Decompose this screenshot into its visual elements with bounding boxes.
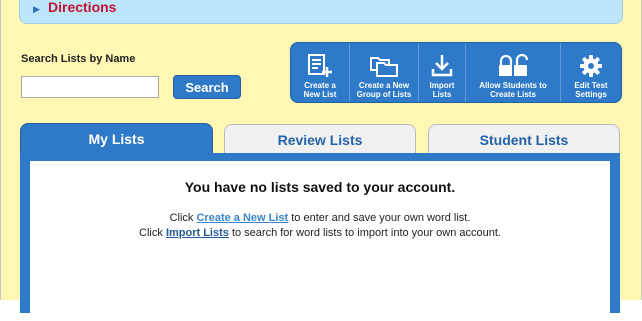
allow-students-button[interactable]: Allow Students to Create Lists (465, 43, 560, 102)
gear-icon (579, 48, 603, 78)
search-button[interactable]: Search (173, 75, 241, 99)
import-lists-button[interactable]: Import Lists (418, 43, 465, 102)
page-frame: ▶ Directions Search Lists by Name Search… (0, 0, 642, 321)
import-lists-link[interactable]: Import Lists (166, 227, 229, 239)
import-lists-label: Import Lists (429, 81, 455, 99)
create-new-list-button[interactable]: Create a New List (291, 43, 349, 102)
create-group-button[interactable]: Create a New Group of Lists (349, 43, 418, 102)
directions-bar[interactable]: ▶ Directions (19, 0, 623, 24)
instruction-text: to search for word lists to import into … (228, 227, 501, 239)
instruction-text: to enter and save your own word list. (288, 212, 471, 224)
search-label: Search Lists by Name (21, 53, 136, 65)
search-input[interactable] (21, 76, 159, 98)
tab-student-lists[interactable]: Student Lists (428, 124, 620, 155)
instruction-text: Click (169, 212, 197, 224)
unlock-icon (497, 48, 529, 78)
expand-triangle-icon: ▶ (33, 4, 40, 14)
tab-review-lists[interactable]: Review Lists (224, 124, 416, 155)
download-icon (431, 48, 453, 78)
instruction-line-import: Click Import Lists to search for word li… (30, 227, 610, 239)
tab-my-lists[interactable]: My Lists (20, 123, 213, 154)
instruction-text: Click (139, 227, 166, 239)
list-toolbar: Create a New List Create a New Group of … (290, 42, 622, 103)
allow-students-label: Allow Students to Create Lists (479, 81, 547, 99)
create-group-label: Create a New Group of Lists (356, 81, 412, 99)
create-new-list-link[interactable]: Create a New List (196, 212, 288, 224)
instruction-line-create: Click Create a New List to enter and sav… (30, 212, 610, 224)
folders-icon (369, 48, 399, 78)
empty-state-title: You have no lists saved to your account. (184, 179, 456, 195)
directions-label: Directions (48, 0, 117, 15)
create-list-icon (307, 48, 333, 78)
edit-test-settings-button[interactable]: Edit Test Settings (560, 43, 621, 102)
edit-test-settings-label: Edit Test Settings (574, 81, 608, 99)
create-new-list-label: Create a New List (303, 81, 337, 99)
my-lists-content: You have no lists saved to your account.… (30, 161, 610, 321)
my-lists-panel: You have no lists saved to your account.… (20, 153, 620, 321)
